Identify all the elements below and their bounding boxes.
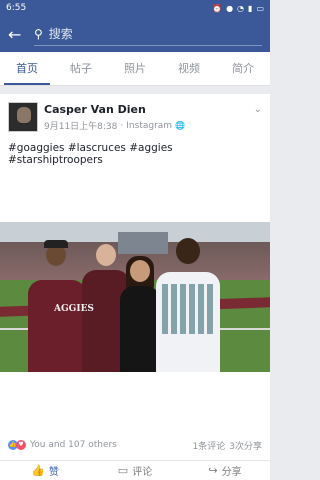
back-button[interactable]: ←	[8, 25, 34, 44]
comments-count[interactable]: 1条评论	[193, 439, 226, 452]
engagement-counts: 1条评论 3次分享	[193, 439, 262, 452]
like-button[interactable]: 👍 赞	[0, 461, 90, 480]
tab-about[interactable]: 简介	[216, 52, 270, 85]
comment-icon: ▭	[117, 464, 129, 477]
share-icon: ↪	[208, 464, 218, 477]
tab-videos[interactable]: 视频	[162, 52, 216, 85]
status-icons: ⏰ ● ◔ ▮ ▭	[212, 4, 264, 13]
globe-icon: 🌐	[175, 121, 186, 130]
signal-icon: ▮	[248, 3, 253, 13]
share-label: 分享	[221, 467, 242, 478]
avatar[interactable]	[8, 102, 38, 132]
page-tabs: 首页 帖子 照片 视频 简介	[0, 52, 270, 86]
post-text: #goaggies #lascruces #aggies #starshiptr…	[8, 142, 173, 166]
tab-home[interactable]: 首页	[0, 52, 54, 85]
shares-count[interactable]: 3次分享	[229, 439, 262, 452]
comment-label: 评论	[132, 467, 153, 478]
notification-icon: ●	[226, 3, 234, 13]
reactions-summary[interactable]: 👍 ♥ You and 107 others 1条评论 3次分享	[8, 438, 262, 452]
post-author[interactable]: Casper Van Dien	[44, 103, 146, 116]
search-icon: ⚲	[34, 26, 43, 41]
post-card: Casper Van Dien 9月11日上午8:38 · Instagram …	[0, 94, 270, 460]
post-header: Casper Van Dien 9月11日上午8:38 · Instagram …	[8, 102, 262, 134]
like-label: 赞	[48, 467, 59, 478]
post-photo[interactable]: AGGIES	[0, 222, 270, 372]
post-timestamp[interactable]: 9月11日上午8:38	[44, 119, 117, 132]
alarm-icon: ⏰	[212, 3, 223, 13]
thumbs-up-icon: 👍	[31, 464, 45, 477]
likes-count: You and 107 others	[30, 440, 117, 450]
status-time: 6:55	[6, 3, 27, 13]
tab-photos[interactable]: 照片	[108, 52, 162, 85]
post-source[interactable]: Instagram	[126, 121, 172, 131]
post-meta: 9月11日上午8:38 · Instagram 🌐	[44, 119, 186, 133]
status-bar: 6:55 ⏰ ● ◔ ▮ ▭	[0, 0, 270, 16]
wifi-icon: ◔	[237, 3, 245, 13]
photo-person	[28, 280, 86, 372]
post-actions: 👍 赞 ▭ 评论 ↪ 分享	[0, 460, 270, 480]
tab-posts[interactable]: 帖子	[54, 52, 108, 85]
arrow-left-icon: ←	[8, 24, 22, 44]
search-input[interactable]: ⚲ 搜索	[34, 22, 262, 46]
search-placeholder: 搜索	[48, 27, 73, 41]
app-bar: ← ⚲ 搜索	[0, 16, 270, 52]
love-reaction-icon: ♥	[16, 440, 26, 450]
comment-button[interactable]: ▭ 评论	[90, 461, 180, 480]
meta-separator: ·	[120, 120, 124, 131]
photo-person	[120, 286, 160, 372]
chevron-down-icon[interactable]: ⌄	[254, 104, 262, 115]
battery-icon: ▭	[256, 3, 264, 13]
share-button[interactable]: ↪ 分享	[180, 461, 270, 480]
photo-shirt-text: AGGIES	[54, 304, 94, 314]
